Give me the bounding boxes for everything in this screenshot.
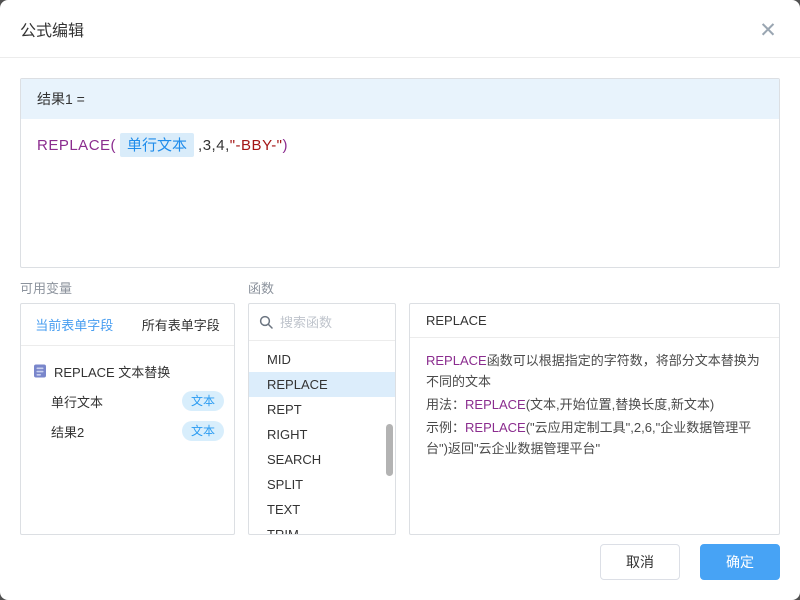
function-list-scrollbar[interactable]	[386, 424, 393, 476]
functions-panel: MID REPLACE REPT RIGHT SEARCH SPLIT TEXT…	[248, 303, 396, 535]
dialog-header: 公式编辑	[0, 0, 800, 58]
search-icon	[259, 315, 273, 329]
confirm-button[interactable]: 确定	[700, 544, 780, 580]
formula-edit-dialog: 公式编辑 ✕ 结果1 = REPLACE(单行文本 ,3,4,"-BBY-") 可…	[0, 0, 800, 600]
formula-editor[interactable]: 结果1 = REPLACE(单行文本 ,3,4,"-BBY-")	[20, 78, 780, 268]
function-description: REPLACE函数可以根据指定的字符数，将部分文本替换为不同的文本	[426, 353, 760, 389]
formula-result-label: 结果1 =	[37, 91, 85, 107]
tree-field-item[interactable]: 单行文本 文本	[21, 386, 234, 416]
formula-field-chip[interactable]: 单行文本	[120, 133, 195, 157]
function-list-item[interactable]: SEARCH	[249, 447, 395, 472]
field-type-badge: 文本	[181, 391, 224, 411]
formula-string-token: "-BBY-"	[229, 137, 283, 154]
close-icon[interactable]: ✕	[754, 16, 782, 44]
function-list-item[interactable]: SPLIT	[249, 472, 395, 497]
field-type-badge: 文本	[181, 421, 224, 441]
function-list-item[interactable]: MID	[249, 347, 395, 372]
dialog-footer: 取消 确定	[600, 544, 780, 580]
cancel-button[interactable]: 取消	[600, 544, 680, 580]
dialog-title: 公式编辑	[20, 22, 85, 40]
field-name: 单行文本	[51, 394, 104, 410]
function-detail-title: REPLACE	[410, 304, 779, 338]
function-usage: 用法：REPLACE(文本,开始位置,替换长度,新文本)	[426, 397, 715, 412]
formula-keyword-token: REPLACE(	[37, 137, 117, 154]
section-labels: 可用变量 函数	[20, 278, 780, 297]
function-list-item[interactable]: REPT	[249, 397, 395, 422]
function-detail-body: REPLACE函数可以根据指定的字符数，将部分文本替换为不同的文本 用法：REP…	[410, 338, 779, 471]
function-search-input[interactable]	[280, 314, 385, 330]
function-search-box[interactable]	[249, 304, 395, 341]
tab-all-form-fields[interactable]: 所有表单字段	[128, 304, 235, 345]
variables-panel: 当前表单字段 所有表单字段 REPLACE 文本替换 单行文本 文本 结果2 文…	[20, 303, 235, 535]
document-icon	[34, 364, 46, 378]
variables-tabs: 当前表单字段 所有表单字段	[21, 304, 234, 346]
function-list-item[interactable]: RIGHT	[249, 422, 395, 447]
field-name: 结果2	[51, 424, 85, 440]
function-list-item[interactable]: TEXT	[249, 497, 395, 522]
tab-current-form-fields[interactable]: 当前表单字段	[21, 304, 128, 345]
function-list-item-selected[interactable]: REPLACE	[249, 372, 395, 397]
function-list: MID REPLACE REPT RIGHT SEARCH SPLIT TEXT…	[249, 341, 395, 534]
functions-label: 函数	[248, 281, 275, 296]
function-detail-panel: REPLACE REPLACE函数可以根据指定的字符数，将部分文本替换为不同的文…	[409, 303, 780, 535]
formula-close-paren-token: )	[282, 137, 289, 154]
tree-field-item[interactable]: 结果2 文本	[21, 416, 234, 446]
tree-root-label: REPLACE 文本替换	[54, 364, 171, 380]
tree-root-item[interactable]: REPLACE 文本替换	[21, 356, 234, 386]
formula-result-bar: 结果1 =	[21, 79, 779, 119]
function-list-item[interactable]: TRIM	[249, 522, 395, 534]
formula-input-area[interactable]: REPLACE(单行文本 ,3,4,"-BBY-")	[21, 119, 779, 171]
formula-args-token: ,3,4,	[198, 137, 230, 154]
variables-label: 可用变量	[20, 281, 73, 296]
lower-panes: 当前表单字段 所有表单字段 REPLACE 文本替换 单行文本 文本 结果2 文…	[20, 303, 780, 535]
function-example: 示例：REPLACE("云应用定制工具",2,6,"企业数据管理平台")返回"云…	[426, 420, 752, 456]
variables-tree: REPLACE 文本替换 单行文本 文本 结果2 文本	[21, 346, 234, 456]
